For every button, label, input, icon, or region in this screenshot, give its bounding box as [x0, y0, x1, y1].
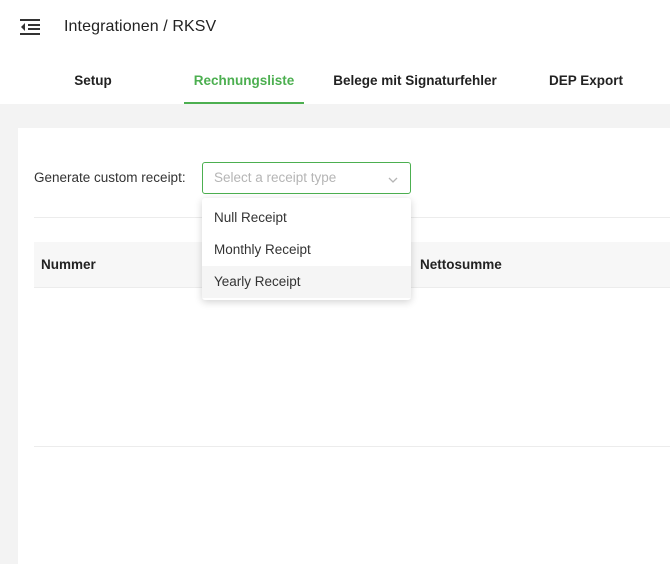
tab-belege-mit-signaturfehler[interactable]: Belege mit Signaturfehler — [328, 60, 502, 104]
tab-bar: Setup Rechnungsliste Belege mit Signatur… — [0, 60, 670, 104]
page-title: Integrationen / RKSV — [64, 18, 217, 35]
tab-rechnungsliste[interactable]: Rechnungsliste — [184, 60, 304, 104]
column-header-nettosumme: Nettosumme — [420, 257, 502, 272]
generate-receipt-label: Generate custom receipt: — [34, 170, 186, 185]
option-yearly-receipt[interactable]: Yearly Receipt — [202, 266, 411, 298]
table-divider — [34, 446, 670, 447]
option-null-receipt[interactable]: Null Receipt — [202, 202, 411, 234]
receipt-type-dropdown: Null Receipt Monthly Receipt Yearly Rece… — [202, 198, 411, 300]
tab-dep-export[interactable]: DEP Export — [536, 60, 636, 104]
column-header-nummer: Nummer — [41, 257, 96, 272]
receipt-type-placeholder: Select a receipt type — [214, 170, 337, 185]
receipt-type-select[interactable]: Select a receipt type — [202, 162, 411, 194]
chevron-down-icon — [387, 173, 399, 185]
tab-setup[interactable]: Setup — [52, 60, 134, 104]
option-monthly-receipt[interactable]: Monthly Receipt — [202, 234, 411, 266]
menu-fold-icon[interactable] — [18, 16, 42, 38]
